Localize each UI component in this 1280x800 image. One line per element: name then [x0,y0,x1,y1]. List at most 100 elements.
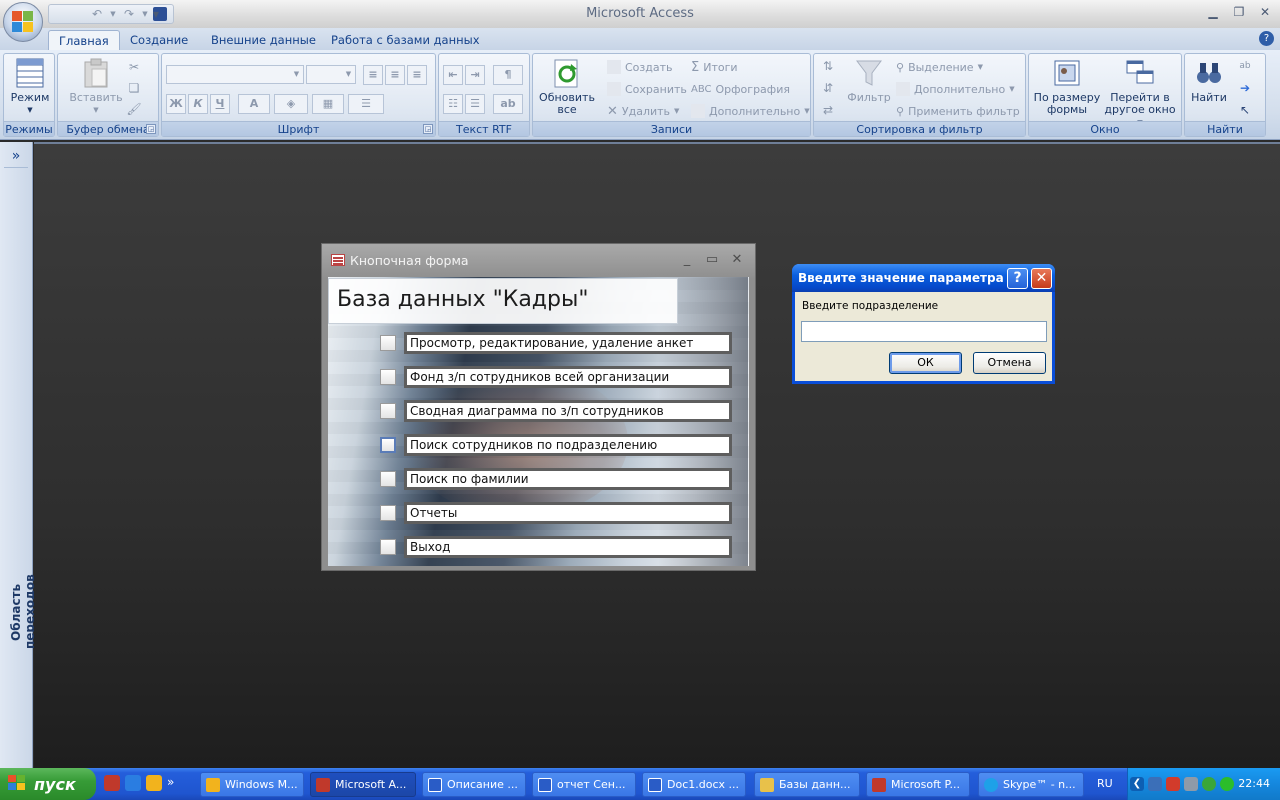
sort-descending-icon[interactable]: ⇵ [820,80,836,96]
switch-windows-icon [1124,57,1156,89]
taskbar-item[interactable]: Skype™ - n... [978,772,1084,797]
minimize-icon[interactable]: ▁ [1204,3,1222,21]
media-player-icon[interactable] [146,775,162,791]
taskbar-item[interactable]: отчет Сен... [532,772,636,797]
selection-filter-button[interactable]: ⚲ Выделение ▼ [896,57,983,77]
align-center-icon[interactable]: ≡ [385,65,405,85]
decrease-indent-icon[interactable]: ⇤ [443,65,463,85]
ie-icon[interactable] [125,775,141,791]
cut-icon[interactable]: ✂ [126,59,142,75]
spelling-button[interactable]: ABC Орфография [691,79,790,99]
parameter-input[interactable] [801,321,1047,342]
switchboard-item-label[interactable]: Отчеты [404,502,732,524]
help-icon[interactable]: ? [1259,31,1274,46]
taskbar-item[interactable]: Microsoft P... [866,772,970,797]
ok-button[interactable]: ОК [889,352,962,374]
volume-icon[interactable] [1184,777,1198,791]
switchboard-item-label[interactable]: Сводная диаграмма по з/п сотрудников [404,400,732,422]
find-button[interactable]: Найти [1188,57,1230,104]
close-button[interactable]: ✕ [1031,268,1052,289]
gridlines-icon[interactable]: ▦ [312,94,344,114]
alternate-fill-icon[interactable]: ☰ [348,94,384,114]
minimize-icon[interactable]: _ [679,252,695,267]
save-record-button[interactable]: Сохранить [607,79,687,99]
fit-form-button[interactable]: По размеру формы [1032,57,1102,116]
font-size-combo[interactable]: ▼ [306,65,356,84]
dialog-launcher-icon[interactable]: ◲ [423,124,433,134]
taskbar-item[interactable]: Microsoft A... [310,772,416,797]
numbering-icon[interactable]: ☷ [443,94,463,114]
clear-sort-icon[interactable]: ⇄ [820,102,836,118]
dialog-launcher-icon[interactable]: ◲ [146,124,156,134]
start-button[interactable]: пуск [0,768,96,800]
nav-pane-toggle[interactable]: » [4,146,28,168]
select-icon[interactable]: ↖ [1237,102,1253,118]
toggle-filter-button[interactable]: ⚲ Применить фильтр [896,101,1020,121]
view-mode-button[interactable]: Режим ▼ [8,57,52,116]
switchboard-button[interactable] [380,403,396,419]
switchboard-button[interactable] [380,437,396,453]
copy-icon[interactable]: ❏ [126,80,142,96]
format-painter-icon[interactable]: 🖌 [126,101,142,117]
office-button[interactable] [3,2,43,42]
status-icon[interactable] [1220,777,1234,791]
opera-icon[interactable] [104,775,120,791]
nav-pane-label[interactable]: Область переходов [9,547,37,677]
advanced-filter-button[interactable]: Дополнительно ▼ [896,79,1015,99]
align-right-icon[interactable]: ≡ [407,65,427,85]
font-color-button[interactable]: А [238,94,270,114]
security-alert-icon[interactable] [1166,777,1180,791]
paste-button[interactable]: Вставить ▼ [66,57,126,116]
close-icon[interactable]: ✕ [1256,3,1274,21]
tab-external-data[interactable]: Внешние данные [201,30,326,50]
font-name-combo[interactable]: ▼ [166,65,304,84]
switchboard-item-label[interactable]: Поиск по фамилии [404,468,732,490]
underline-button[interactable]: Ч [210,94,230,114]
more-records-button[interactable]: Дополнительно ▼ [691,101,810,121]
switchboard-button[interactable] [380,505,396,521]
restore-icon[interactable]: ❐ [1230,3,1248,21]
switchboard-item-label[interactable]: Выход [404,536,732,558]
new-record-button[interactable]: Создать [607,57,673,77]
fill-color-icon[interactable]: ◈ [274,94,308,114]
switchboard-item-label[interactable]: Просмотр, редактирование, удаление анкет [404,332,732,354]
align-left-icon[interactable]: ≡ [363,65,383,85]
switchboard-button[interactable] [380,539,396,555]
taskbar-item[interactable]: Описание ... [422,772,526,797]
maximize-icon[interactable]: ▭ [704,252,720,267]
replace-icon[interactable]: ab [1237,58,1253,74]
sort-ascending-icon[interactable]: ⇅ [820,58,836,74]
highlight-icon[interactable]: ab [493,94,523,114]
refresh-all-button[interactable]: Обновить все [536,57,598,116]
dialog-title: Введите значение параметра [798,271,1004,285]
switchboard-button[interactable] [380,369,396,385]
italic-button[interactable]: К [188,94,208,114]
language-indicator[interactable]: RU [1097,777,1113,790]
taskbar-item[interactable]: Базы данн... [754,772,860,797]
close-icon[interactable]: ✕ [729,252,745,267]
goto-icon[interactable]: ➔ [1237,80,1253,96]
taskbar-item[interactable]: Windows M... [200,772,304,797]
messenger-icon[interactable] [1202,777,1216,791]
quicklaunch-more[interactable]: » [167,775,174,791]
taskbar-item[interactable]: Doc1.docx ... [642,772,746,797]
delete-record-button[interactable]: ✕ Удалить ▼ [607,101,679,121]
tab-create[interactable]: Создание [120,30,198,50]
tab-home[interactable]: Главная [48,30,120,50]
paragraph-direction-icon[interactable]: ¶ [493,65,523,85]
help-button[interactable]: ? [1007,268,1028,289]
tab-database-tools[interactable]: Работа с базами данных [321,30,490,50]
increase-indent-icon[interactable]: ⇥ [465,65,485,85]
switchboard-button[interactable] [380,471,396,487]
bold-button[interactable]: Ж [166,94,186,114]
network-icon[interactable] [1148,777,1162,791]
bullets-icon[interactable]: ☰ [465,94,485,114]
cancel-button[interactable]: Отмена [973,352,1046,374]
switchboard-button[interactable] [380,335,396,351]
switchboard-item-label[interactable]: Поиск сотрудников по подразделению [404,434,732,456]
filter-button[interactable]: Фильтр [846,57,892,104]
totals-button[interactable]: Σ Итоги [691,57,738,77]
switchboard-item-label[interactable]: Фонд з/п сотрудников всей организации [404,366,732,388]
switch-window-button[interactable]: Перейти в другое окно ▼ [1101,57,1179,129]
chevron-left-icon[interactable]: ❮ [1130,777,1144,791]
